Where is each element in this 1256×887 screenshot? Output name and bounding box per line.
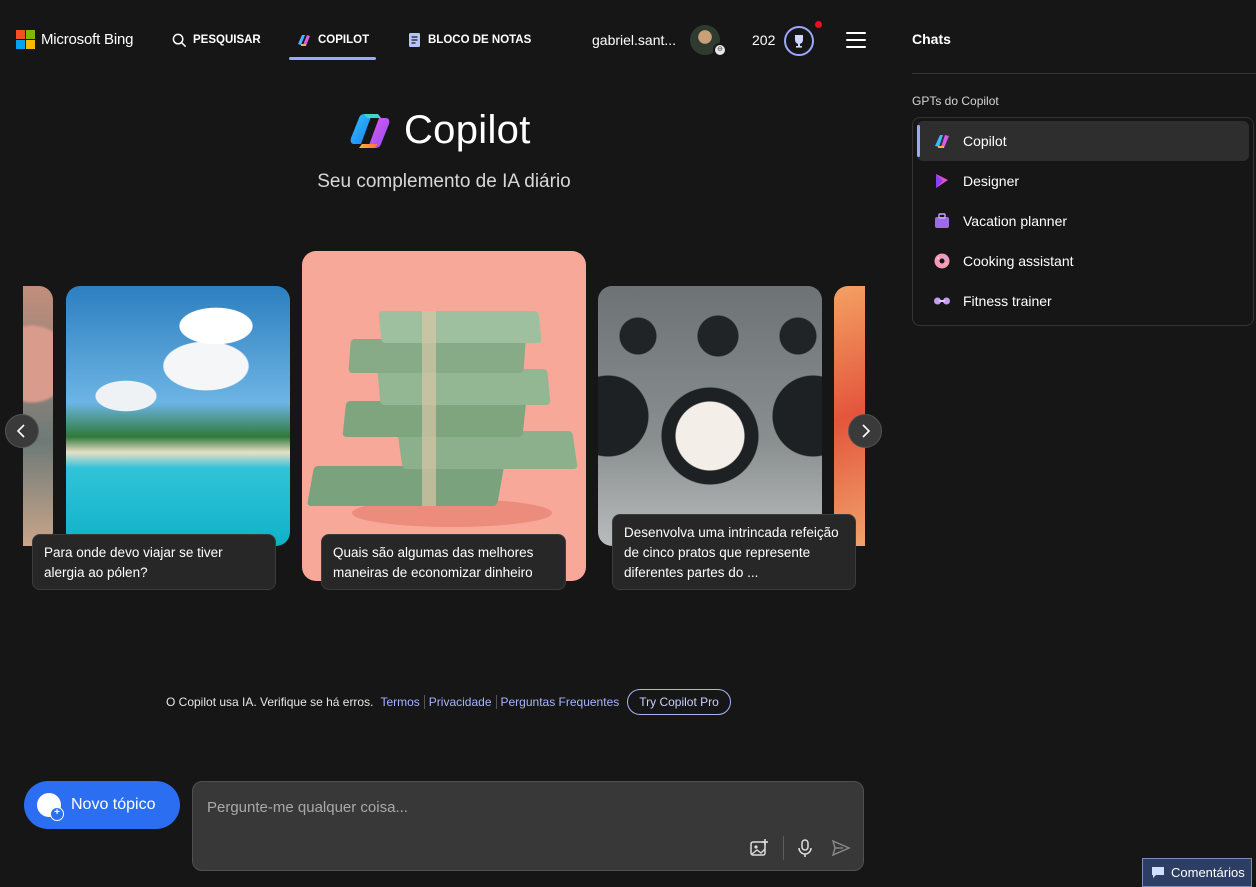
- feedback-icon: [1152, 867, 1164, 878]
- gpts-list: Copilot Designer Vacation planner Cookin…: [912, 117, 1254, 326]
- chats-panel: Chats GPTs do Copilot Copilot Designer V…: [890, 0, 1256, 887]
- user-name[interactable]: gabriel.sant...: [592, 32, 680, 48]
- new-topic-label: Novo tópico: [71, 796, 156, 813]
- rewards-points[interactable]: 202: [752, 32, 775, 48]
- nav-copilot-label: COPILOT: [318, 34, 370, 46]
- link-separator: [495, 694, 497, 709]
- microsoft-logo-icon: [16, 30, 35, 49]
- carousel-caption[interactable]: Quais são algumas das melhores maneiras …: [321, 534, 566, 590]
- money-stack-illustration: [307, 311, 578, 527]
- add-image-icon[interactable]: [749, 838, 769, 858]
- gpt-item-vacation-planner[interactable]: Vacation planner: [917, 201, 1249, 241]
- rewards-trophy-icon[interactable]: [784, 26, 814, 56]
- hero-subtitle: Seu complemento de IA diário: [317, 171, 571, 192]
- carousel-card-image-beach[interactable]: [66, 286, 290, 546]
- faq-link[interactable]: Perguntas Frequentes: [501, 695, 620, 709]
- copilot-icon: [933, 132, 951, 150]
- gpt-item-cooking-assistant[interactable]: Cooking assistant: [917, 241, 1249, 281]
- hero-title: Copilot: [348, 108, 531, 153]
- disclaimer-text: O Copilot usa IA. Verifique se há erros.: [166, 694, 374, 709]
- disclaimer-bar: O Copilot usa IA. Verifique se há erros.…: [166, 688, 731, 715]
- gpts-section-label: GPTs do Copilot: [912, 94, 999, 108]
- carousel-caption[interactable]: Para onde devo viajar se tiver alergia a…: [32, 534, 276, 590]
- chat-input[interactable]: [207, 794, 847, 820]
- donut-icon: [933, 252, 951, 270]
- send-icon[interactable]: [831, 838, 851, 858]
- feedback-button[interactable]: Comentários: [1142, 858, 1252, 887]
- gpt-item-label: Copilot: [963, 133, 1007, 149]
- nav-search-label: PESQUISAR: [193, 34, 261, 46]
- nav-copilot[interactable]: COPILOT: [296, 22, 369, 58]
- gpt-item-copilot[interactable]: Copilot: [917, 121, 1249, 161]
- copilot-logo-icon: [350, 113, 390, 148]
- link-separator: [423, 694, 425, 709]
- account-badge-icon: ⊖: [713, 43, 727, 57]
- chevron-left-icon: [16, 424, 25, 438]
- carousel-card-image-food[interactable]: [598, 286, 822, 546]
- nav-search[interactable]: PESQUISAR: [172, 22, 261, 58]
- gpt-item-label: Vacation planner: [963, 213, 1068, 229]
- notebook-icon: [409, 33, 420, 47]
- search-icon: [172, 33, 187, 47]
- carousel-next-button[interactable]: [848, 414, 882, 448]
- feedback-label: Comentários: [1171, 865, 1245, 880]
- nav-notebook[interactable]: BLOCO DE NOTAS: [408, 22, 531, 58]
- brand-name: Microsoft Bing: [41, 31, 134, 48]
- copilot-icon: [298, 35, 310, 46]
- gpt-item-fitness-trainer[interactable]: Fitness trainer: [917, 281, 1249, 321]
- menu-icon[interactable]: [846, 32, 866, 48]
- gpt-item-label: Cooking assistant: [963, 253, 1074, 269]
- chat-composer: [192, 781, 864, 871]
- designer-icon: [933, 172, 951, 190]
- toolbar-divider: [783, 836, 784, 860]
- terms-link[interactable]: Termos: [380, 695, 419, 709]
- carousel-card-image-money[interactable]: [302, 251, 586, 581]
- active-tab-indicator: [289, 57, 376, 60]
- bing-logo[interactable]: Microsoft Bing: [16, 30, 133, 49]
- chevron-right-icon: [862, 424, 871, 438]
- gpt-item-label: Fitness trainer: [963, 293, 1052, 309]
- chats-title: Chats: [912, 31, 951, 47]
- hero-title-text: Copilot: [404, 108, 531, 152]
- try-copilot-pro-button[interactable]: Try Copilot Pro: [627, 688, 731, 715]
- nav-notebook-label: BLOCO DE NOTAS: [428, 34, 532, 46]
- microphone-icon[interactable]: [795, 838, 815, 858]
- new-topic-button[interactable]: Novo tópico: [24, 781, 180, 829]
- gpt-item-designer[interactable]: Designer: [917, 161, 1249, 201]
- suggestion-carousel: Para onde devo viajar se tiver alergia a…: [0, 240, 888, 610]
- dumbbell-icon: [933, 292, 951, 310]
- suitcase-icon: [933, 212, 951, 230]
- carousel-prev-button[interactable]: [5, 414, 39, 448]
- privacy-link[interactable]: Privacidade: [429, 695, 492, 709]
- panel-divider: [912, 73, 1256, 74]
- top-header: Microsoft Bing PESQUISAR COPILOT BLOCO D…: [0, 0, 890, 80]
- carousel-caption[interactable]: Desenvolva uma intrincada refeição de ci…: [612, 514, 856, 590]
- gpt-item-label: Designer: [963, 173, 1020, 189]
- new-chat-icon: [37, 793, 64, 821]
- notification-dot: [815, 21, 822, 28]
